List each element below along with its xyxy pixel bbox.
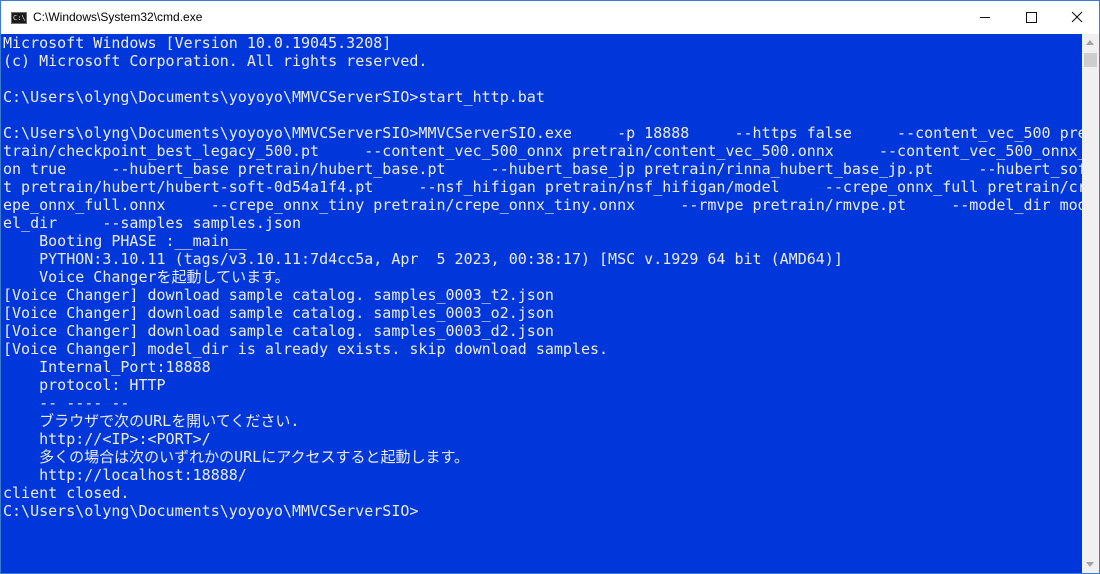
close-icon (1071, 11, 1083, 23)
console-line: el_dir --samples samples.json (3, 214, 302, 232)
console-line: -- ---- -- (3, 394, 130, 412)
scroll-up-button[interactable] (1082, 34, 1099, 51)
title-bar[interactable]: C:\ C:\Windows\System32\cmd.exe (1, 1, 1099, 34)
minimize-icon (980, 17, 990, 18)
console-text: Microsoft Windows [Version 10.0.19045.32… (3, 34, 1082, 520)
console-line: train/checkpoint_best_legacy_500.pt --co… (3, 142, 1082, 160)
console-line: [Voice Changer] download sample catalog.… (3, 304, 554, 322)
console-line: http://localhost:18888/ (3, 466, 247, 484)
console-line: Internal_Port:18888 (3, 358, 211, 376)
minimize-button[interactable] (962, 1, 1008, 34)
console-line: (c) Microsoft Corporation. All rights re… (3, 52, 428, 70)
console-line: [Voice Changer] download sample catalog.… (3, 286, 554, 304)
console-line: client closed. (3, 484, 130, 502)
arrow-up-icon (1086, 40, 1094, 45)
window-title: C:\Windows\System32\cmd.exe (33, 10, 203, 24)
console-line: PYTHON:3.10.11 (tags/v3.10.11:7d4cc5a, A… (3, 250, 843, 268)
scroll-thumb[interactable] (1084, 53, 1097, 67)
console-line: t pretrain/hubert/hubert-soft-0d54a1f4.p… (3, 178, 1082, 196)
vertical-scrollbar[interactable] (1082, 34, 1099, 573)
close-button[interactable] (1054, 1, 1099, 34)
console-line: [Voice Changer] model_dir is already exi… (3, 340, 609, 358)
maximize-button[interactable] (1008, 1, 1054, 34)
console-line: [Voice Changer] download sample catalog.… (3, 322, 554, 340)
console-output[interactable]: Microsoft Windows [Version 10.0.19045.32… (1, 34, 1082, 573)
console-line: C:\Users\olyng\Documents\yoyoyo\MMVCServ… (3, 88, 545, 106)
console-line: Microsoft Windows [Version 10.0.19045.32… (3, 34, 392, 52)
console-line: http://<IP>:<PORT>/ (3, 430, 211, 448)
console-line: Voice Changerを起動しています。 (3, 268, 290, 286)
scroll-down-button[interactable] (1082, 556, 1099, 573)
console-line: on true --hubert_base pretrain/hubert_ba… (3, 160, 1082, 178)
console-line: ブラウザで次のURLを開いてください. (3, 412, 300, 430)
maximize-icon (1026, 12, 1037, 23)
console-line: epe_onnx_full.onnx --crepe_onnx_tiny pre… (3, 196, 1082, 214)
cmd-window: C:\ C:\Windows\System32\cmd.exe Microsof… (0, 0, 1100, 574)
console-line: protocol: HTTP (3, 376, 166, 394)
console-line: C:\Users\olyng\Documents\yoyoyo\MMVCServ… (3, 124, 1082, 142)
console-line: C:\Users\olyng\Documents\yoyoyo\MMVCServ… (3, 502, 419, 520)
console-line: Booting PHASE :__main__ (3, 232, 247, 250)
arrow-down-icon (1086, 562, 1094, 567)
console-line: 多くの場合は次のいずれかのURLにアクセスすると起動します。 (3, 448, 469, 466)
cmd-icon[interactable]: C:\ (11, 12, 27, 24)
